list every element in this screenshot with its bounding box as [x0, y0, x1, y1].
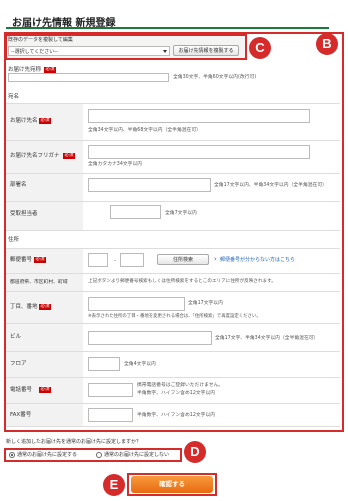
fax-note: 半角数字、ハイフン含め12文字以内 — [137, 413, 216, 418]
pref-note: 上記ボタンより郵便番号検索もしくは住所検索をするとこのエリアに住所が反映されます… — [88, 279, 276, 284]
postal-label: 郵便番号 — [10, 257, 33, 263]
required-badge: 必須 — [34, 257, 46, 263]
kana-input[interactable] — [88, 145, 310, 159]
section-name-heading: 宛名 — [8, 94, 20, 100]
kana-note: 全角カタカナ34文字以内 — [88, 162, 143, 167]
street-input[interactable] — [88, 297, 185, 311]
fax-label: FAX番号 — [10, 412, 32, 418]
building-note: 全角17文字、半角34文字以内（全半角混在可） — [215, 336, 319, 341]
floor-label: フロア — [10, 361, 27, 367]
street-label: 丁目、番地 — [10, 304, 38, 310]
radio-yes-label[interactable]: 通常のお届け先に設定する — [17, 452, 77, 458]
name-label: お届け先名 — [10, 118, 38, 124]
name-note: 全角34文字以内、半角68文字以内（全半角混在可） — [88, 128, 201, 133]
badge-e: E — [103, 474, 125, 496]
fax-input[interactable] — [88, 408, 133, 422]
required-badge: 必須 — [39, 118, 51, 124]
radio-yes[interactable] — [9, 452, 15, 458]
dept-input[interactable] — [88, 178, 211, 192]
postal-dash: - — [114, 258, 116, 264]
building-input[interactable] — [88, 331, 212, 345]
recipient-note: 全角30文字、半角60文字以内(改行可) — [173, 75, 257, 80]
recipient-input[interactable] — [8, 73, 169, 82]
contact-input[interactable] — [110, 205, 161, 219]
confirm-button[interactable]: 確認する — [131, 476, 213, 493]
phone-input[interactable] — [88, 383, 133, 397]
copy-label: 既存のデータを複製して編集 — [8, 37, 73, 43]
title-underline — [6, 27, 329, 29]
postal-first-input[interactable] — [88, 253, 108, 267]
dept-note: 全角17文字以内、半角34文字以内（全半角混在可） — [214, 183, 327, 188]
phone-note2: 半角数字、ハイフン含め12文字以内 — [137, 391, 216, 396]
link-arrow-icon: › — [214, 255, 217, 263]
address-search-button[interactable]: 住所検索 — [157, 254, 209, 265]
required-badge: 必須 — [39, 387, 51, 393]
dept-label: 部署名 — [10, 182, 27, 188]
default-question: 新しく追加したお届け先を通常のお届け先に設定しますか？ — [6, 439, 142, 445]
section-address-heading: 住所 — [8, 237, 20, 243]
street-note2: ※表示された住所の丁目・番地を変更される場合は、「住所検索」で再度設定ください。 — [88, 314, 261, 319]
contact-label: 受取担当者 — [10, 211, 38, 217]
building-label: ビル — [10, 334, 22, 340]
postal-help-link[interactable]: 郵便番号が分からない方はこちら — [220, 257, 295, 263]
radio-no-label[interactable]: 通常のお届け先に設定しない — [104, 452, 169, 458]
badge-b: B — [316, 33, 338, 55]
chevron-down-icon — [163, 50, 167, 53]
floor-input[interactable] — [88, 357, 120, 371]
floor-note: 全角4文字以内 — [124, 362, 156, 367]
copy-select-value: --選択してください-- — [11, 49, 58, 55]
street-note: 全角17文字以内 — [188, 301, 223, 306]
name-input[interactable] — [88, 109, 310, 123]
radio-selected-dot — [11, 454, 13, 456]
phone-note1: 携帯電話番号はご登録いただけません。 — [137, 383, 224, 388]
badge-d: D — [184, 441, 206, 463]
radio-no[interactable] — [96, 452, 102, 458]
required-badge: 必須 — [39, 304, 51, 310]
copy-button[interactable]: お届け先情報を複製する — [173, 45, 239, 56]
phone-label: 電話番号 — [10, 387, 33, 393]
contact-note: 全角7文字以内 — [165, 211, 197, 216]
copy-select[interactable]: --選択してください-- — [8, 46, 170, 56]
kana-label: お届け先名フリガナ — [10, 153, 60, 159]
required-badge: 必須 — [63, 153, 75, 159]
badge-c: C — [249, 37, 271, 59]
pref-label: 都道府県、市区町村、町域 — [10, 280, 68, 285]
postal-second-input[interactable] — [120, 253, 144, 267]
